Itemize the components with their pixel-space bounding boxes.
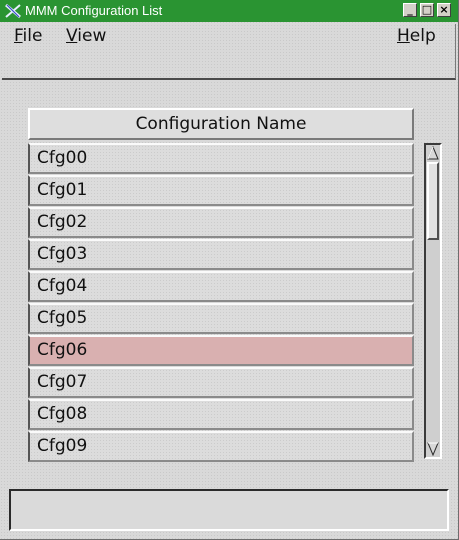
list-item[interactable]: Cfg07 [28,367,414,398]
list-item[interactable]: Cfg03 [28,239,414,270]
menu-help-mnemonic: H [397,26,410,46]
list-item[interactable]: Cfg09 [28,431,414,462]
menu-view-label: iew [77,26,107,46]
title-bar[interactable]: MMM Configuration List _ □ × [0,0,458,22]
menu-view-mnemonic: V [66,26,78,46]
triangle-down-icon[interactable] [427,442,439,456]
list-item[interactable]: Cfg08 [28,399,414,430]
menu-file-label: ile [22,26,43,46]
maximize-button[interactable]: □ [420,3,434,17]
menu-help-label: elp [409,26,436,46]
window-title: MMM Configuration List [25,3,163,18]
list-item[interactable]: Cfg00 [28,143,414,174]
list-item[interactable]: Cfg01 [28,175,414,206]
list-item[interactable]: Cfg02 [28,207,414,238]
menu-help[interactable]: Help [397,26,436,46]
column-header-configuration-name[interactable]: Configuration Name [28,108,414,140]
scrollbar-thumb[interactable] [427,162,439,240]
menu-file-mnemonic: F [14,26,23,46]
menu-view[interactable]: View [66,26,106,46]
minimize-button[interactable]: _ [403,3,417,17]
status-field [9,489,449,531]
list-item[interactable]: Cfg05 [28,303,414,334]
menu-file[interactable]: File [14,26,42,46]
configuration-list-window: MMM Configuration List _ □ × File View H… [0,0,459,540]
list-item[interactable]: Cfg06 [28,335,414,366]
triangle-up-icon[interactable] [427,146,439,160]
x-app-icon [5,3,21,19]
list-item[interactable]: Cfg04 [28,271,414,302]
configuration-list: Cfg00 Cfg01 Cfg02 Cfg03 Cfg04 Cfg05 Cfg0… [28,143,414,463]
list-scrollbar[interactable] [424,143,442,459]
close-button[interactable]: × [437,3,451,17]
